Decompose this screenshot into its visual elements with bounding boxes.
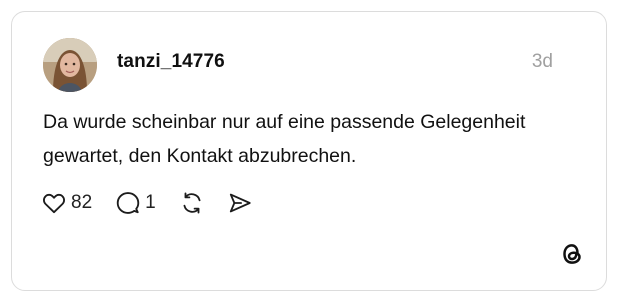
action-bar: 82 1 <box>41 189 253 217</box>
avatar[interactable] <box>43 38 97 92</box>
like-count: 82 <box>71 192 93 213</box>
repost-arrows-icon <box>179 190 205 216</box>
repost-button[interactable] <box>179 190 205 216</box>
username[interactable]: tanzi_14776 <box>117 51 225 73</box>
post-card: tanzi_14776 3d Da wurde scheinbar nur au… <box>11 11 607 291</box>
post-timestamp: 3d <box>531 51 553 72</box>
send-paper-plane-icon <box>227 190 253 216</box>
reply-count: 1 <box>145 192 156 213</box>
like-button[interactable]: 82 <box>41 190 92 216</box>
post-text: Da wurde scheinbar nur auf eine passende… <box>43 111 526 167</box>
speech-bubble-icon <box>115 190 141 216</box>
reply-button[interactable]: 1 <box>115 190 156 216</box>
threads-logo-icon[interactable] <box>559 241 585 267</box>
heart-icon <box>41 190 67 216</box>
share-button[interactable] <box>227 190 253 216</box>
